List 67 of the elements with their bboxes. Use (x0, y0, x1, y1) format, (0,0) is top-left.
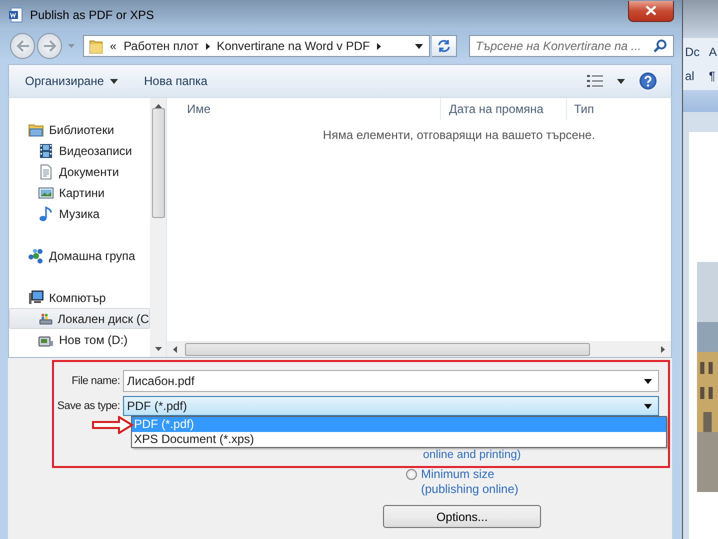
radio-label: online and printing) (423, 449, 521, 461)
column-header[interactable]: Тип (566, 98, 594, 120)
file-name-field[interactable]: Лисабон.pdf (123, 370, 659, 392)
ribbon-text: Dc (685, 45, 701, 59)
scrollbar[interactable] (150, 98, 166, 357)
radio-button[interactable] (406, 469, 417, 480)
refresh-icon (436, 39, 452, 53)
ribbon-text: ¶ (708, 69, 716, 83)
sidebar-item[interactable]: Музика (9, 203, 150, 224)
dropdown-option[interactable]: XPS Document (*.xps) (132, 432, 666, 447)
radio-label: Minimum size (publishing online) (421, 467, 518, 497)
save-type-dropdown[interactable]: PDF (*.pdf) (123, 396, 659, 416)
sidebar-item[interactable]: Картини (9, 182, 150, 203)
music-note-icon (38, 206, 54, 222)
refresh-button[interactable] (432, 35, 457, 57)
options-button[interactable]: Options... (383, 505, 541, 528)
back-button[interactable] (10, 33, 36, 59)
ribbon-text: al (685, 69, 696, 83)
close-button[interactable] (628, 0, 674, 22)
ribbon-text: A (708, 45, 718, 59)
library-folder-icon (28, 122, 44, 138)
caret-icon[interactable] (644, 378, 652, 384)
caret-icon[interactable] (414, 44, 423, 48)
sidebar-item[interactable]: Домашна група (9, 245, 150, 266)
arrow-left-icon (16, 40, 30, 52)
search-icon (653, 39, 668, 53)
view-list-icon[interactable] (587, 74, 603, 88)
forward-button[interactable] (37, 33, 62, 59)
column-header[interactable]: Дата на промяна (440, 98, 566, 120)
close-icon (645, 5, 657, 16)
field-label: Save as type: (56, 400, 121, 412)
toolbar-button[interactable]: Нова папка (144, 72, 208, 90)
ruler (683, 90, 718, 112)
address-bar[interactable]: « Работен плот Konvertirane na Word v PDF (82, 35, 430, 57)
film-icon (38, 142, 54, 158)
sidebar-item[interactable]: Документи (9, 161, 150, 182)
window-frame (683, 0, 718, 38)
breadcrumb[interactable]: Konvertirane na Word v PDF (216, 39, 370, 53)
sidebar-item[interactable]: Нов том (D:) (9, 329, 150, 350)
computer-icon (28, 290, 44, 306)
empty-message: Няма елементи, отговарящи на вашето търсене. (322, 128, 596, 142)
sidebar-item[interactable]: Локален диск (C (9, 308, 150, 329)
toolbar-button[interactable]: Организиране (25, 72, 118, 90)
folder-icon (88, 38, 103, 54)
column-header[interactable]: Име (167, 98, 440, 120)
scroll-right-icon[interactable] (661, 346, 665, 352)
caret-icon (644, 404, 652, 408)
chevron-icon[interactable] (376, 42, 381, 50)
document-icon (8, 7, 24, 23)
sidebar-item[interactable]: Компютър (9, 287, 150, 308)
sidebar-item[interactable]: Видеозаписи (9, 140, 150, 161)
sidebar-item[interactable]: Библиотеки (9, 119, 150, 140)
scroll-left-icon[interactable] (173, 346, 177, 352)
scrollbar[interactable] (167, 341, 671, 357)
window-title: Publish as PDF or XPS (30, 8, 156, 22)
network-nodes-icon (28, 248, 44, 264)
document-icon (38, 164, 54, 180)
arrow-right-icon (42, 40, 57, 52)
search-field[interactable]: Търсене на Konvertirane na ... (468, 35, 674, 57)
overflow-chevron[interactable]: « (110, 39, 117, 53)
breadcrumb[interactable]: Работен плот (124, 39, 199, 53)
chevron-icon[interactable] (206, 42, 210, 50)
scroll-down-icon[interactable] (154, 347, 162, 351)
field-label: File name: (70, 375, 121, 387)
picture-icon (38, 184, 54, 200)
help-icon[interactable] (639, 72, 657, 90)
caret-icon[interactable] (617, 78, 625, 84)
